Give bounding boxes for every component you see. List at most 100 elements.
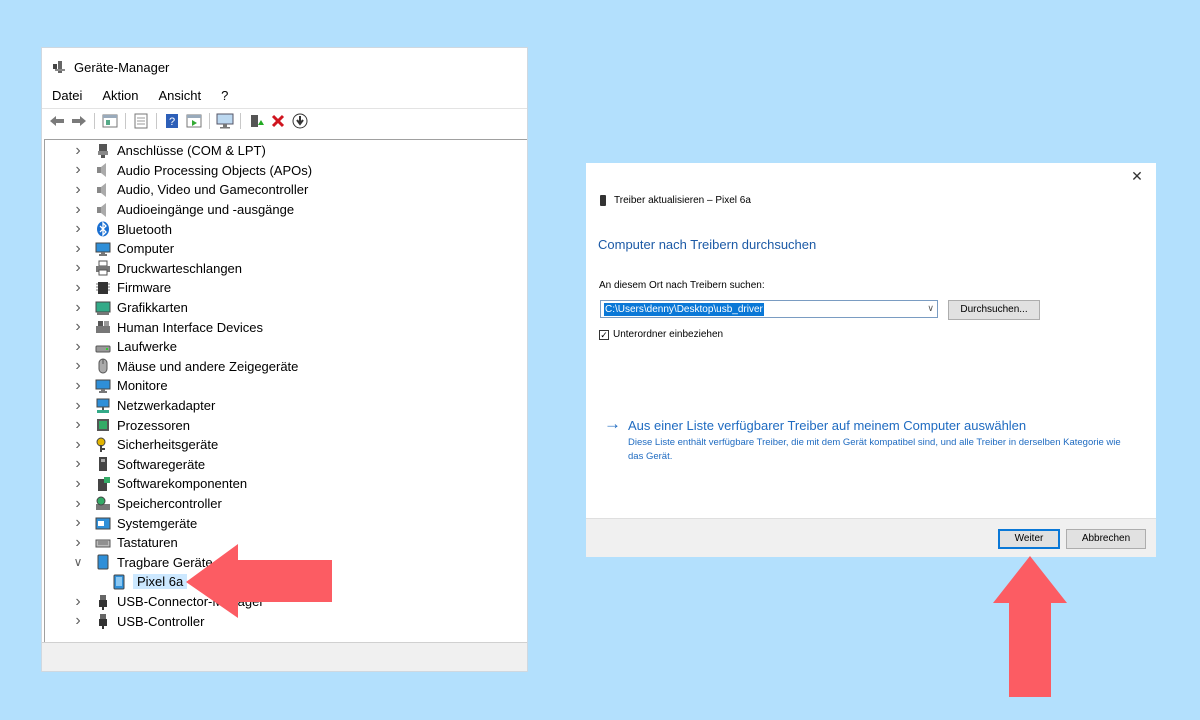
tree-item-label: Systemgeräte bbox=[117, 515, 198, 531]
chevron-right-icon[interactable]: › bbox=[71, 475, 85, 493]
driver-path-value[interactable]: C:\Users\denny\Desktop\usb_driver bbox=[604, 302, 764, 316]
tree-item-label: Monitore bbox=[117, 378, 168, 394]
usb-icon bbox=[95, 594, 111, 610]
left-arrow-annotation bbox=[186, 544, 332, 618]
chevron-right-icon[interactable]: › bbox=[71, 455, 85, 473]
tree-item-category[interactable]: › Audioeingänge und -ausgänge bbox=[71, 200, 294, 220]
chevron-right-icon[interactable]: › bbox=[71, 357, 85, 375]
tree-item-category[interactable]: › Human Interface Devices bbox=[71, 317, 263, 337]
port-icon bbox=[95, 143, 111, 159]
chevron-right-icon[interactable]: › bbox=[71, 142, 85, 160]
tree-item-label: Computer bbox=[117, 241, 175, 257]
show-hide-console-tree-icon[interactable] bbox=[101, 112, 119, 130]
toolbar-separator bbox=[209, 113, 210, 129]
update-driver-icon[interactable] bbox=[247, 112, 265, 130]
speaker-icon bbox=[95, 162, 111, 178]
tree-item-category[interactable]: › Netzwerkadapter bbox=[71, 396, 215, 416]
tree-item-category[interactable]: › Anschlüsse (COM & LPT) bbox=[71, 141, 266, 161]
chevron-right-icon[interactable]: › bbox=[71, 201, 85, 219]
chevron-right-icon[interactable]: › bbox=[71, 436, 85, 454]
tree-item-label: Tastaturen bbox=[117, 535, 178, 551]
toolbar-separator bbox=[94, 113, 95, 129]
tree-item-category[interactable]: › Computer bbox=[71, 239, 174, 259]
chevron-down-icon[interactable]: ∨ bbox=[927, 303, 934, 314]
tree-item-category[interactable]: › Druckwarteschlangen bbox=[71, 259, 242, 279]
chevron-down-icon[interactable]: ∨ bbox=[71, 555, 85, 569]
include-subfolders-checkbox[interactable]: ✓ bbox=[599, 329, 609, 340]
tree-item-category[interactable]: › Sicherheitsgeräte bbox=[71, 435, 218, 455]
chevron-right-icon[interactable]: › bbox=[71, 416, 85, 434]
speaker-icon bbox=[95, 182, 111, 198]
browse-button[interactable]: Durchsuchen... bbox=[948, 300, 1040, 320]
mouse-icon bbox=[95, 358, 111, 374]
tree-item-category[interactable]: › Mäuse und andere Zeigegeräte bbox=[71, 357, 298, 377]
tree-item-category[interactable]: › Audio Processing Objects (APOs) bbox=[71, 161, 312, 181]
menu-datei[interactable]: Datei bbox=[42, 88, 92, 103]
key-icon bbox=[95, 437, 111, 453]
toolbar-separator bbox=[156, 113, 157, 129]
menu-aktion[interactable]: Aktion bbox=[92, 88, 148, 103]
tree-item-category[interactable]: › Prozessoren bbox=[71, 415, 190, 435]
system-folder-icon bbox=[95, 515, 111, 531]
uninstall-device-icon[interactable] bbox=[269, 112, 287, 130]
chevron-right-icon[interactable]: › bbox=[71, 377, 85, 395]
tree-item-label: Prozessoren bbox=[117, 417, 190, 433]
svg-text:?: ? bbox=[169, 116, 175, 128]
driver-path-combobox[interactable]: C:\Users\denny\Desktop\usb_driver ∨ bbox=[600, 300, 938, 318]
tree-item-label: Audioeingänge und -ausgänge bbox=[117, 202, 295, 218]
chevron-right-icon[interactable]: › bbox=[71, 593, 85, 611]
tree-item-category[interactable]: › Monitore bbox=[71, 376, 168, 396]
chevron-right-icon[interactable]: › bbox=[71, 495, 85, 513]
include-subfolders-row[interactable]: ✓ Unterordner einbeziehen bbox=[599, 329, 723, 340]
tree-item-category[interactable]: › Grafikkarten bbox=[71, 298, 187, 318]
tree-item-device[interactable]: Pixel 6a bbox=[111, 572, 188, 592]
chevron-right-icon[interactable]: › bbox=[71, 220, 85, 238]
chevron-right-icon[interactable]: › bbox=[71, 514, 85, 532]
chevron-right-icon[interactable]: › bbox=[71, 259, 85, 277]
tree-item-category[interactable]: › Softwaregeräte bbox=[71, 455, 205, 475]
tree-item-label: Anschlüsse (COM & LPT) bbox=[117, 143, 266, 159]
monitor-icon bbox=[95, 241, 111, 257]
next-button[interactable]: Weiter bbox=[998, 529, 1060, 549]
tree-item-label: Firmware bbox=[117, 280, 172, 296]
pick-from-list-link[interactable]: Aus einer Liste verfügbarer Treiber auf … bbox=[628, 418, 1026, 433]
chevron-right-icon[interactable]: › bbox=[71, 338, 85, 356]
back-icon[interactable] bbox=[48, 112, 66, 130]
update-driver-dialog: ✕ Treiber aktualisieren – Pixel 6a Compu… bbox=[586, 163, 1156, 557]
toolbar-separator bbox=[240, 113, 241, 129]
tree-item-category[interactable]: › Softwarekomponenten bbox=[71, 474, 247, 494]
chevron-right-icon[interactable]: › bbox=[71, 534, 85, 552]
tree-item-category[interactable]: › Speichercontroller bbox=[71, 494, 221, 514]
close-icon[interactable]: ✕ bbox=[1128, 167, 1146, 185]
tree-item-category[interactable]: › Tastaturen bbox=[71, 533, 178, 553]
action-pane-icon[interactable] bbox=[185, 112, 203, 130]
tree-item-category[interactable]: › Audio, Video und Gamecontroller bbox=[71, 180, 308, 200]
tree-item-category[interactable]: › Systemgeräte bbox=[71, 513, 197, 533]
chevron-right-icon[interactable]: › bbox=[71, 240, 85, 258]
menu-help[interactable]: ? bbox=[211, 88, 238, 103]
chevron-right-icon[interactable]: › bbox=[71, 318, 85, 336]
chevron-right-icon[interactable]: › bbox=[71, 279, 85, 297]
arrow-right-icon[interactable]: → bbox=[604, 414, 621, 434]
tree-item-category[interactable]: › Firmware bbox=[71, 278, 171, 298]
chevron-right-icon[interactable]: › bbox=[71, 397, 85, 415]
help-icon[interactable]: ? bbox=[163, 112, 181, 130]
tree-item-category[interactable]: › USB-Controller bbox=[71, 611, 204, 631]
chevron-right-icon[interactable]: › bbox=[71, 181, 85, 199]
cancel-button[interactable]: Abbrechen bbox=[1066, 529, 1146, 549]
install-icon[interactable] bbox=[291, 112, 309, 130]
properties-icon[interactable] bbox=[132, 112, 150, 130]
forward-icon[interactable] bbox=[70, 112, 88, 130]
tree-item-label: Mäuse und andere Zeigegeräte bbox=[117, 358, 299, 374]
keyboard-icon bbox=[95, 535, 111, 551]
chevron-right-icon[interactable]: › bbox=[71, 612, 85, 630]
tree-item-category[interactable]: › Bluetooth bbox=[71, 219, 172, 239]
tree-item-category[interactable]: › Laufwerke bbox=[71, 337, 177, 357]
tree-item-label: Sicherheitsgeräte bbox=[117, 437, 219, 453]
scan-hardware-icon[interactable] bbox=[216, 112, 234, 130]
chevron-right-icon[interactable]: › bbox=[71, 299, 85, 317]
location-label: An diesem Ort nach Treibern suchen: bbox=[599, 280, 765, 291]
chevron-right-icon[interactable]: › bbox=[71, 161, 85, 179]
include-subfolders-label[interactable]: Unterordner einbeziehen bbox=[613, 329, 723, 340]
menu-ansicht[interactable]: Ansicht bbox=[149, 88, 212, 103]
